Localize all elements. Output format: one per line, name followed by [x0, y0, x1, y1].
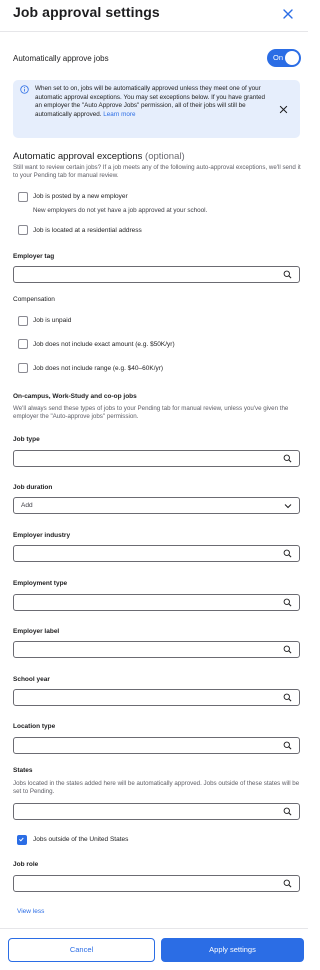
- residential-checkbox[interactable]: [18, 225, 28, 235]
- info-icon: [20, 85, 29, 94]
- search-icon: [283, 549, 292, 558]
- job-type-label: Job type: [13, 436, 40, 443]
- employer-label-input[interactable]: [13, 641, 300, 658]
- job-duration-label: Job duration: [13, 484, 53, 491]
- location-type-input[interactable]: [13, 737, 300, 754]
- search-icon: [283, 598, 292, 607]
- no-range-label: Job does not include range (e.g. $40–60K…: [33, 365, 164, 372]
- auto-approve-toggle[interactable]: On: [267, 49, 301, 67]
- info-text: When set to on, jobs will be automatical…: [35, 85, 271, 119]
- exceptions-subtitle: Still want to review certain jobs? If a …: [13, 164, 301, 180]
- job-type-input[interactable]: [13, 450, 300, 467]
- employer-tag-input[interactable]: [13, 266, 300, 283]
- page-title: Job approval settings: [13, 4, 160, 20]
- search-icon: [283, 741, 292, 750]
- unpaid-label: Job is unpaid: [33, 317, 72, 324]
- outside-us-checkbox[interactable]: [17, 835, 27, 845]
- unpaid-checkbox[interactable]: [18, 316, 28, 326]
- job-duration-select[interactable]: Add: [13, 497, 300, 514]
- exceptions-title: Automatic approval exceptions: [13, 151, 143, 162]
- new-employer-label: Job is posted by a new employer: [33, 193, 128, 200]
- dialog-footer: Cancel Apply settings: [0, 928, 308, 970]
- view-less-link[interactable]: View less: [17, 908, 44, 915]
- employer-industry-label: Employer industry: [13, 532, 71, 539]
- cancel-button[interactable]: Cancel: [8, 938, 155, 962]
- employment-type-label: Employment type: [13, 580, 68, 587]
- search-icon: [283, 807, 292, 816]
- learn-more-link[interactable]: Learn more: [103, 111, 135, 118]
- states-label: States: [13, 767, 33, 774]
- toggle-knob: [285, 51, 299, 65]
- auto-approve-row: Automatically approve jobs On: [13, 49, 301, 67]
- info-banner: When set to on, jobs will be automatical…: [13, 80, 300, 138]
- info-body: When set to on, jobs will be automatical…: [35, 85, 265, 118]
- checkmark-icon: [19, 837, 24, 842]
- employer-label-label: Employer label: [13, 628, 60, 635]
- auto-approve-label: Automatically approve jobs: [13, 54, 109, 63]
- new-employer-sublabel: New employers do not yet have a job appr…: [33, 207, 208, 214]
- dismiss-icon[interactable]: [279, 105, 288, 114]
- job-role-input[interactable]: [13, 875, 300, 892]
- outside-us-label: Jobs outside of the United States: [33, 836, 129, 843]
- job-duration-value: Add: [21, 502, 33, 509]
- school-year-input[interactable]: [13, 689, 300, 706]
- optional-tag: (optional): [145, 151, 185, 162]
- employment-type-input[interactable]: [13, 594, 300, 611]
- exceptions-heading: Automatic approval exceptions (optional): [13, 151, 185, 162]
- school-year-label: School year: [13, 676, 50, 683]
- search-icon: [283, 879, 292, 888]
- compensation-label: Compensation: [13, 296, 55, 303]
- no-exact-amount-label: Job does not include exact amount (e.g. …: [33, 341, 175, 348]
- dialog-header: Job approval settings: [0, 0, 308, 32]
- no-exact-amount-checkbox[interactable]: [18, 339, 28, 349]
- chevron-down-icon: [284, 504, 292, 509]
- toggle-state-label: On: [273, 53, 284, 62]
- residential-label: Job is located at a residential address: [33, 227, 142, 234]
- states-input[interactable]: [13, 803, 300, 820]
- no-range-checkbox[interactable]: [18, 363, 28, 373]
- oncampus-subtitle: We'll always send these types of jobs to…: [13, 405, 289, 421]
- employer-industry-input[interactable]: [13, 545, 300, 562]
- apply-settings-button[interactable]: Apply settings: [161, 938, 304, 962]
- search-icon: [283, 645, 292, 654]
- close-icon[interactable]: [282, 8, 294, 20]
- search-icon: [283, 270, 292, 279]
- search-icon: [283, 454, 292, 463]
- employer-tag-label: Employer tag: [13, 253, 55, 260]
- job-role-label: Job role: [13, 861, 39, 868]
- states-subtitle: Jobs located in the states added here wi…: [13, 780, 300, 796]
- location-type-label: Location type: [13, 723, 56, 730]
- oncampus-heading: On-campus, Work-Study and co-op jobs: [13, 393, 137, 400]
- search-icon: [283, 693, 292, 702]
- new-employer-checkbox[interactable]: [18, 192, 28, 202]
